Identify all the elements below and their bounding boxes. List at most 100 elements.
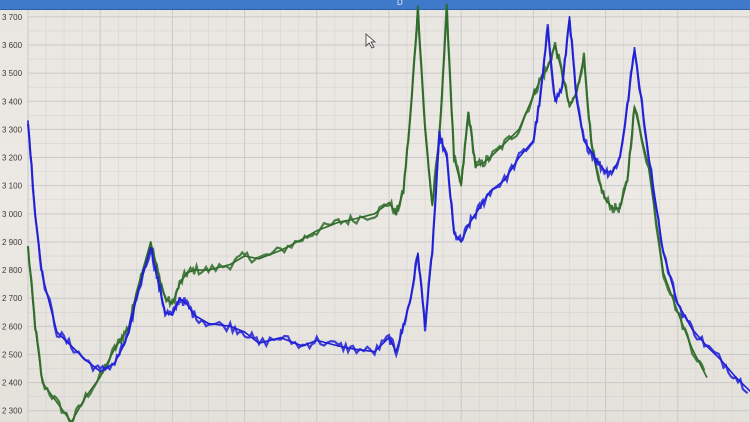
data-point — [56, 331, 58, 333]
data-point — [409, 297, 412, 300]
y-tick-label: 2 700 — [2, 294, 23, 303]
data-point — [178, 297, 181, 300]
data-point — [388, 201, 390, 204]
y-tick-label: 2 400 — [2, 379, 23, 388]
data-point — [207, 269, 210, 271]
data-point — [337, 221, 340, 224]
data-point — [445, 156, 448, 159]
data-point — [467, 111, 470, 114]
data-point — [662, 272, 665, 274]
data-point — [474, 213, 477, 215]
data-point — [503, 179, 506, 181]
data-point — [619, 156, 621, 159]
data-point — [417, 252, 419, 254]
data-point — [489, 156, 491, 159]
data-point — [243, 255, 246, 257]
data-point — [258, 342, 260, 345]
data-point — [207, 322, 210, 325]
data-point — [193, 269, 195, 271]
data-point — [720, 359, 722, 361]
data-point — [518, 128, 520, 131]
data-point — [258, 258, 260, 260]
y-tick-label: 2 300 — [2, 407, 23, 416]
data-point — [597, 179, 600, 181]
data-point — [705, 345, 708, 347]
data-point — [113, 362, 116, 364]
data-point — [229, 263, 231, 266]
y-tick-label: 3 700 — [2, 13, 23, 22]
data-point — [157, 280, 159, 283]
series-trace-noise — [26, 3, 706, 422]
data-point — [482, 201, 484, 204]
data-point — [121, 348, 123, 350]
y-tick-label: 3 400 — [2, 97, 23, 106]
data-point — [619, 207, 621, 209]
data-point — [705, 376, 708, 378]
data-point — [171, 314, 174, 316]
data-point — [590, 151, 592, 153]
data-point — [677, 303, 679, 305]
data-point — [186, 303, 188, 305]
data-point — [229, 325, 231, 328]
data-point — [561, 86, 564, 89]
data-point — [34, 325, 37, 328]
y-tick-label: 3 500 — [2, 69, 23, 78]
data-point — [337, 345, 340, 347]
data-point — [395, 350, 398, 353]
data-point — [41, 381, 44, 384]
y-tick-label: 2 800 — [2, 266, 23, 275]
data-point — [554, 100, 556, 103]
data-point — [612, 170, 614, 173]
data-point — [539, 94, 542, 97]
data-point — [34, 213, 37, 215]
data-point — [489, 190, 491, 193]
data-point — [128, 331, 130, 333]
data-point — [135, 297, 138, 300]
monitor-screen: D 3 700 3 600 3 500 3 400 3 300 3 200 3 100 3 0… — [0, 0, 750, 422]
data-point — [633, 47, 636, 49]
data-point — [352, 218, 354, 221]
mouse-cursor-icon — [365, 33, 377, 49]
data-point — [316, 339, 318, 342]
data-point — [27, 246, 29, 249]
data-point — [626, 179, 629, 181]
data-point — [460, 184, 463, 187]
data-point — [149, 246, 152, 249]
data-point — [171, 303, 174, 305]
data-point — [482, 162, 484, 164]
data-point — [402, 325, 405, 328]
y-tick-label: 2 500 — [2, 350, 23, 359]
data-point — [301, 345, 304, 347]
data-point — [352, 348, 354, 350]
data-point — [279, 249, 282, 252]
y-tick-label: 3 100 — [2, 182, 23, 191]
y-tick-label: 3 600 — [2, 41, 23, 50]
data-point — [518, 156, 520, 159]
y-tick-label: 2 600 — [2, 322, 23, 331]
data-point — [424, 128, 426, 131]
data-point — [164, 297, 166, 300]
data-point — [438, 134, 441, 136]
data-point — [193, 314, 195, 316]
data-point — [547, 66, 549, 69]
data-point — [612, 207, 614, 209]
data-point — [186, 272, 188, 274]
data-point — [149, 241, 152, 243]
grid — [27, 10, 750, 422]
data-point — [243, 331, 246, 333]
data-point — [431, 204, 434, 207]
data-point — [279, 336, 282, 339]
data-point — [316, 229, 318, 232]
data-point — [27, 120, 29, 122]
data-point — [417, 7, 419, 10]
data-point — [113, 348, 116, 350]
data-point — [575, 100, 578, 103]
data-point — [178, 283, 181, 285]
data-point — [467, 224, 470, 226]
y-tick-label: 3 200 — [2, 154, 23, 163]
spectrum-chart: 3 700 3 600 3 500 3 400 3 300 3 200 3 100 3 000… — [2, 3, 750, 422]
data-point — [41, 274, 44, 277]
data-point — [677, 311, 679, 314]
data-point — [301, 238, 304, 240]
data-point — [583, 55, 585, 58]
